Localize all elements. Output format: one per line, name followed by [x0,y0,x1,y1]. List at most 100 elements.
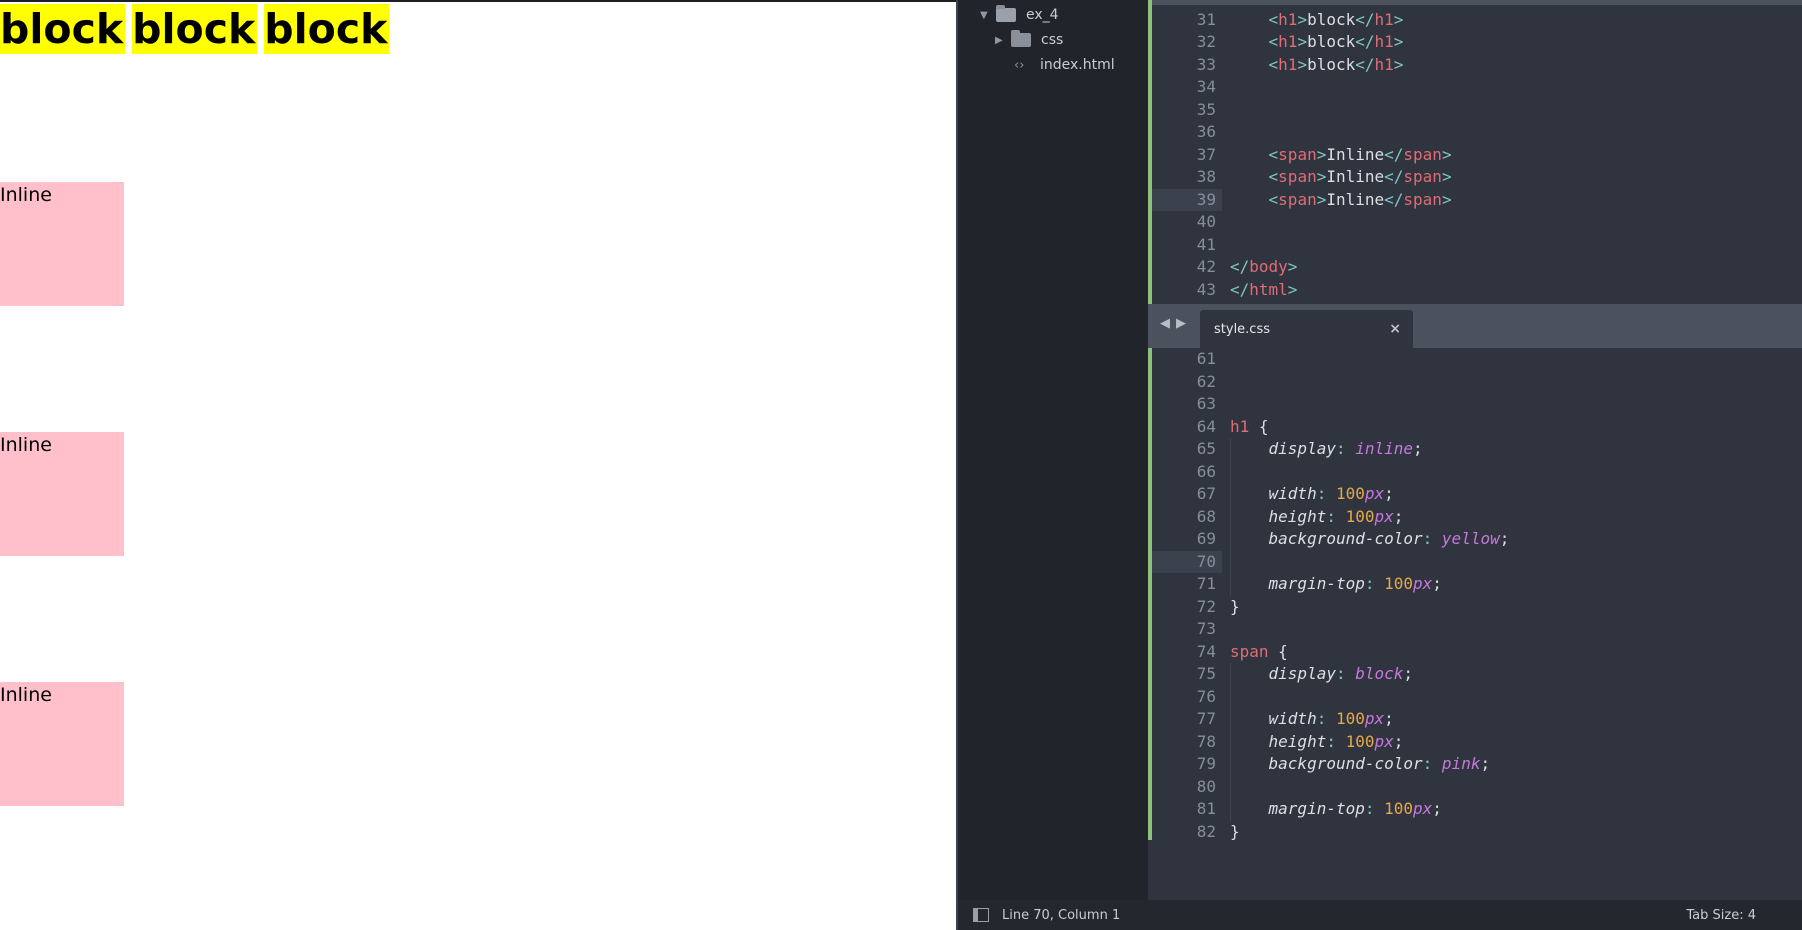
code-token: ; [1480,754,1491,773]
code-token: </ [1384,167,1404,186]
code-line: 77 width: 100px; [1148,708,1802,731]
code-token: > [1297,9,1308,29]
indent-guide [1230,663,1231,821]
code-token: ; [1499,529,1510,548]
code-token: Inline [1326,144,1385,164]
chevron-down-icon[interactable]: ▼ [980,10,996,21]
code-token: px [1374,506,1394,526]
line-code: </body> [1230,256,1297,279]
line-number: 75 [1196,664,1216,683]
code-token: span [1230,641,1269,661]
code-token: > [1393,32,1404,51]
code-token: margin-top [1268,799,1365,818]
code-token: body [1249,257,1288,276]
code-token: </ [1355,9,1375,29]
code-token: pink [1441,754,1481,773]
line-number: 71 [1196,574,1216,593]
line-code: h1 { [1230,416,1269,439]
code-line: 66 [1148,461,1802,484]
code-line: 33 <h1>block</h1> [1148,54,1802,77]
code-token: ; [1432,799,1442,818]
arrow-left-icon[interactable]: ◀ [1160,316,1170,331]
code-token: : [1335,439,1356,458]
code-token: h1 [1278,9,1298,29]
chevron-right-icon[interactable]: ▶ [995,35,1011,46]
code-token: < [1268,144,1279,164]
code-token: display [1268,664,1336,683]
code-line: 37 <span>Inline</span> [1148,144,1802,167]
code-token: > [1287,257,1298,276]
line-code: } [1230,596,1240,619]
code-token: > [1393,9,1404,29]
panel-toggle-icon[interactable] [973,908,989,922]
close-icon[interactable]: × [1389,321,1401,337]
line-number: 33 [1196,54,1216,74]
code-line: 35 [1148,99,1802,122]
code-line: 32 <h1>block</h1> [1148,31,1802,54]
code-token: h1 [1278,54,1298,74]
code-token: Inline [1326,189,1385,209]
line-number: 80 [1196,776,1216,796]
code-token: > [1316,189,1327,209]
code-token: px [1413,799,1433,818]
code-token: : [1316,484,1336,503]
line-number: 79 [1196,754,1216,773]
file-index-label: index.html [1040,57,1115,73]
file-sidebar: ▼ ex_4 ▶ css ‹› index.html [958,0,1148,900]
line-number: 82 [1196,821,1216,841]
code-token: block [1307,9,1356,29]
folder-ex4[interactable]: ▼ ex_4 [980,3,1059,27]
code-token: h1 [1278,32,1298,51]
folder-icon [1011,30,1031,47]
line-code: width: 100px; [1230,483,1394,506]
arrow-right-icon[interactable]: ▶ [1176,316,1186,331]
code-token: : [1335,664,1356,683]
line-number: 67 [1196,484,1216,503]
line-number: 43 [1196,279,1216,299]
code-token: : [1364,799,1385,818]
line-code: margin-top: 100px; [1230,798,1442,821]
code-line: 81 margin-top: 100px; [1148,798,1802,821]
code-token: > [1441,167,1452,186]
code-token: </ [1230,257,1250,276]
line-code: margin-top: 100px; [1230,573,1442,596]
span-inline-1: Inline [0,182,124,306]
code-line: 68 height: 100px; [1148,506,1802,529]
line-number: 36 [1196,122,1216,141]
code-token: ; [1403,664,1414,683]
indent-guide [1230,438,1231,596]
line-number: 77 [1196,709,1216,728]
file-index-html[interactable]: ‹› index.html [1014,53,1115,77]
code-line: 72} [1148,596,1802,619]
tab-style-css[interactable]: style.css × [1200,310,1413,348]
editor-pane-style-css[interactable]: 61 62 63 64 h1 {65 display: inline; 66 67 widt… [1148,348,1802,900]
line-number: 78 [1196,731,1216,751]
code-token: 100 [1335,484,1365,503]
code-token: < [1268,9,1279,29]
code-line: 36 [1148,121,1802,144]
code-line: 74 span { [1148,641,1802,664]
code-line: 41 [1148,234,1802,257]
h1-block-2: block [132,4,258,54]
code-token: ; [1393,731,1404,751]
line-code: <span>Inline</span> [1230,144,1452,167]
code-token: span [1278,167,1317,186]
code-token: h1 [1230,416,1250,436]
line-code: width: 100px; [1230,708,1394,731]
code-token: : [1422,754,1442,773]
line-code: <h1>block</h1> [1230,31,1404,54]
folder-css[interactable]: ▶ css [995,28,1063,52]
editor-pane-index-html[interactable]: 31 <h1>block</h1> 32 <h1>block</h1> 33 <h1… [1148,0,1802,304]
line-number: 42 [1196,257,1216,276]
line-code: } [1230,821,1240,844]
code-token: </ [1384,189,1404,209]
tab-size[interactable]: Tab Size: 4 [1686,908,1756,923]
line-number: 37 [1196,144,1216,164]
code-token: block [1355,664,1404,683]
